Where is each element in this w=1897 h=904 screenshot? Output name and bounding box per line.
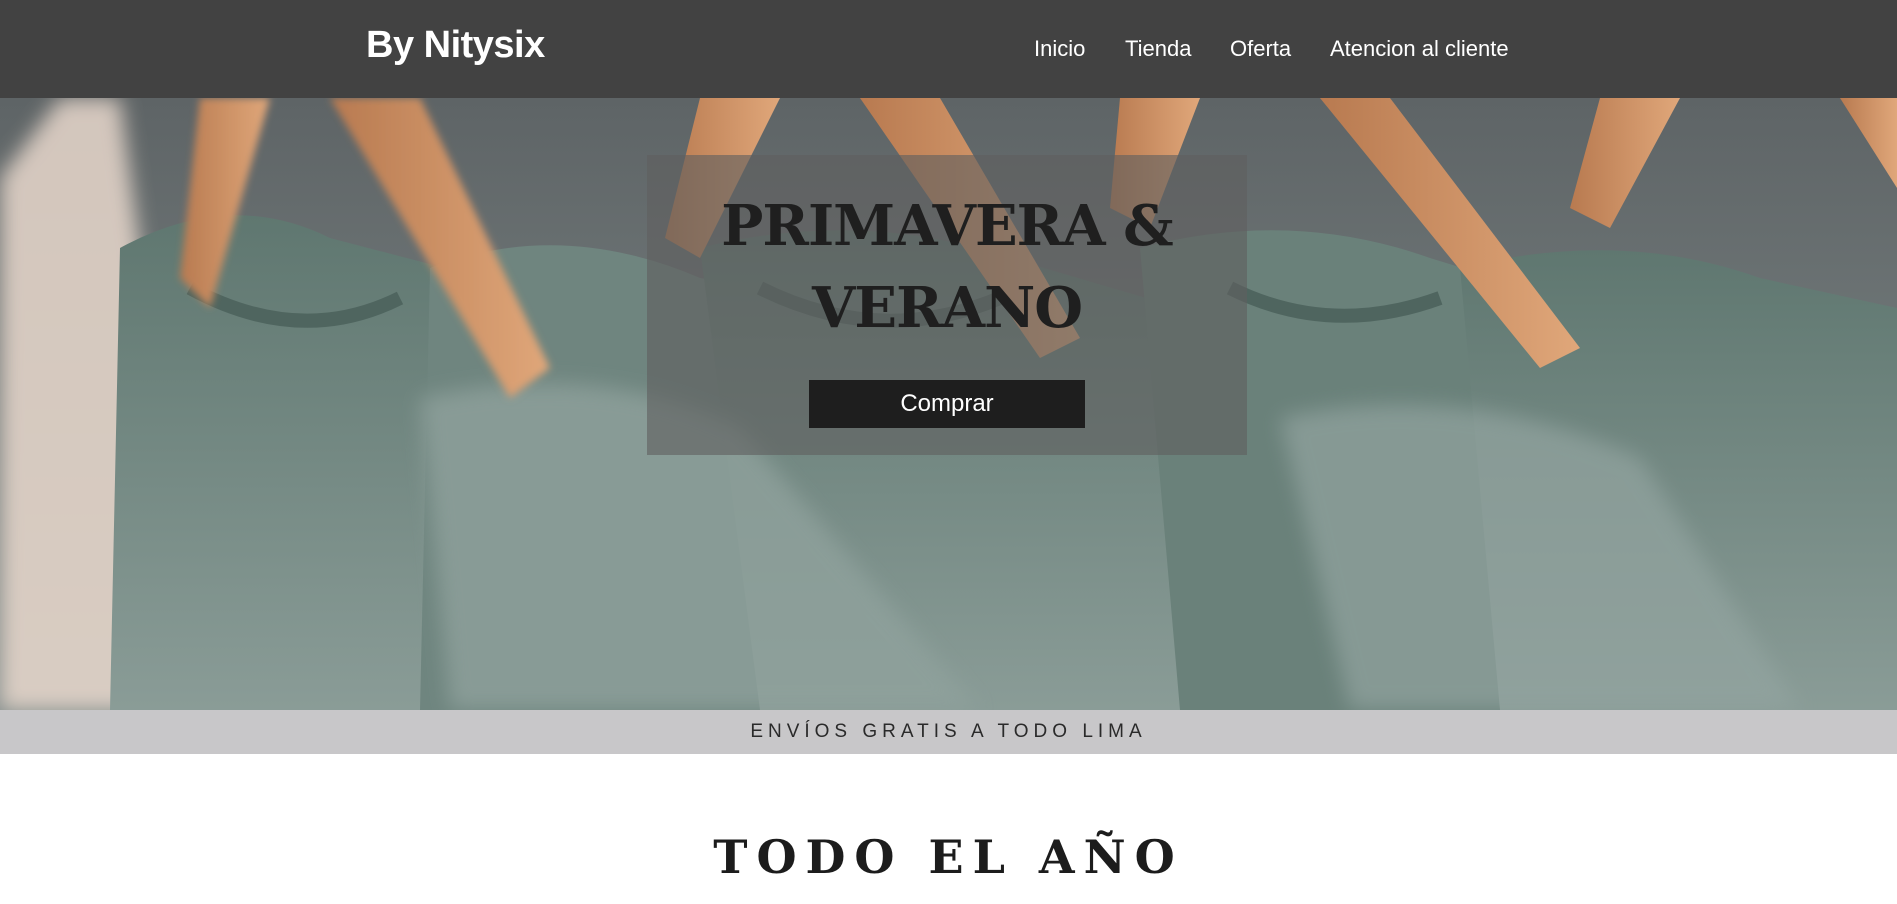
shipping-banner: ENVÍOS GRATIS A TODO LIMA bbox=[0, 710, 1897, 754]
nav-link-tienda[interactable]: Tienda bbox=[1125, 36, 1191, 62]
nav-link-atencion-cliente[interactable]: Atencion al cliente bbox=[1330, 36, 1509, 62]
hero-banner: PRIMAVERA & VERANO Comprar bbox=[0, 98, 1897, 710]
nav-link-oferta[interactable]: Oferta bbox=[1230, 36, 1291, 62]
shipping-banner-text: ENVÍOS GRATIS A TODO LIMA bbox=[750, 721, 1147, 742]
hero-overlay-box: PRIMAVERA & VERANO Comprar bbox=[647, 155, 1247, 455]
section-title: TODO EL AÑO bbox=[713, 830, 1184, 884]
hero-title-line-1: PRIMAVERA & bbox=[721, 193, 1173, 259]
site-header: By Nitysix Inicio Tienda Oferta Atencion… bbox=[0, 0, 1897, 98]
nav-link-inicio[interactable]: Inicio bbox=[1034, 36, 1085, 62]
comprar-button[interactable]: Comprar bbox=[809, 380, 1085, 428]
hero-title: PRIMAVERA & VERANO bbox=[647, 185, 1247, 349]
hero-title-line-2: VERANO bbox=[811, 275, 1083, 341]
main-nav: Inicio Tienda Oferta Atencion al cliente bbox=[0, 36, 1897, 66]
